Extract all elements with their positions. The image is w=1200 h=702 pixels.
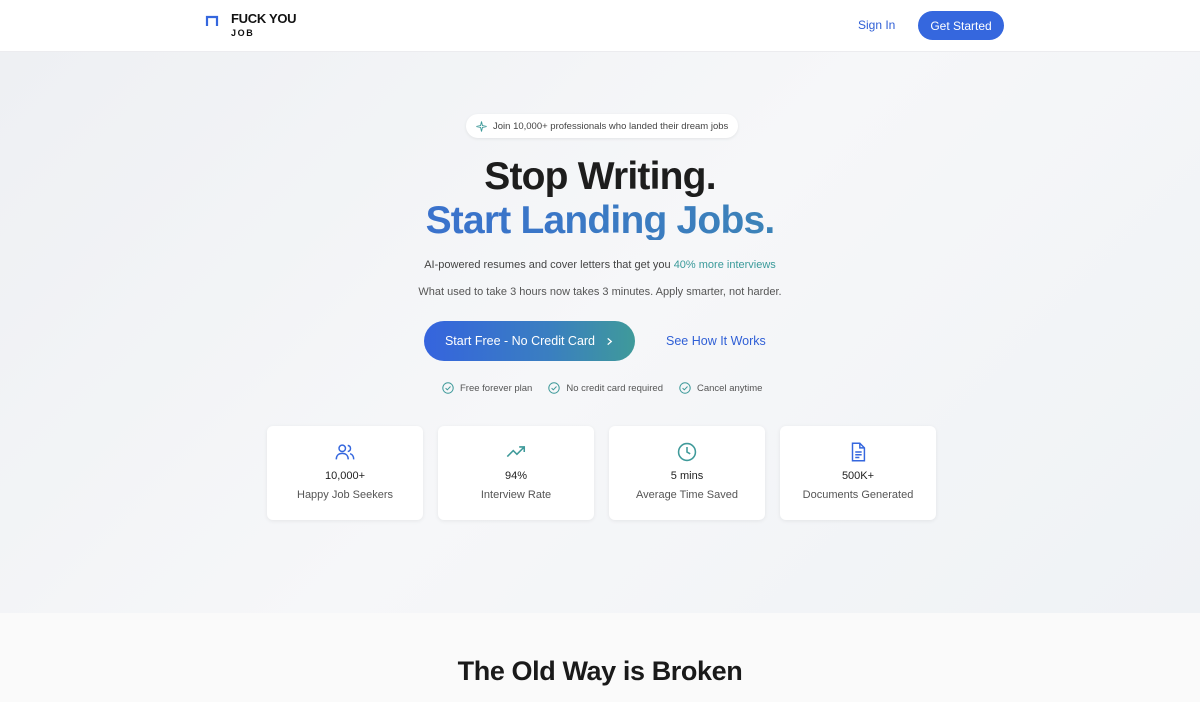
section-title: The Old Way is Broken bbox=[457, 656, 743, 686]
badge-text: Join 10,000+ professionals who landed th… bbox=[493, 120, 729, 132]
stat-value: 94% bbox=[504, 470, 528, 482]
start-free-label: Start Free - No Credit Card bbox=[444, 334, 596, 348]
stat-label: Interview Rate bbox=[480, 489, 552, 501]
logo-text: FUCK YOU JOB bbox=[231, 11, 297, 38]
check-circle-icon bbox=[442, 382, 454, 394]
stat-card: 94% Interview Rate bbox=[438, 426, 594, 520]
chevron-right-icon bbox=[607, 337, 613, 345]
sparkle-icon bbox=[476, 120, 487, 132]
sign-in-link[interactable]: Sign In bbox=[858, 18, 895, 32]
start-free-button[interactable]: Start Free - No Credit Card bbox=[424, 321, 635, 361]
hero-subtitle: AI-powered resumes and cover letters tha… bbox=[0, 259, 1200, 271]
perks-list: Free forever plan No credit card require… bbox=[442, 381, 762, 395]
perk-label: Free forever plan bbox=[460, 382, 533, 394]
clock-icon bbox=[677, 442, 697, 462]
hero-section: Join 10,000+ professionals who landed th… bbox=[0, 52, 1200, 613]
stat-label: Average Time Saved bbox=[636, 489, 738, 501]
get-started-button[interactable]: Get Started bbox=[918, 11, 1004, 40]
logo[interactable]: FUCK YOU JOB bbox=[205, 11, 297, 42]
check-circle-icon bbox=[679, 382, 691, 394]
social-proof-badge: Join 10,000+ professionals who landed th… bbox=[466, 114, 739, 138]
document-icon bbox=[851, 442, 866, 462]
stat-card: 5 mins Average Time Saved bbox=[609, 426, 765, 520]
headline-line2: Start Landing Jobs. bbox=[0, 201, 1200, 240]
old-way-section: The Old Way is Broken bbox=[0, 613, 1200, 702]
perk-item: No credit card required bbox=[548, 382, 663, 394]
perk-label: No credit card required bbox=[566, 382, 663, 394]
stat-card: 500K+ Documents Generated bbox=[780, 426, 936, 520]
stat-value: 500K+ bbox=[841, 470, 875, 482]
perk-item: Cancel anytime bbox=[679, 382, 762, 394]
check-circle-icon bbox=[548, 382, 561, 394]
headline-line1: Stop Writing. bbox=[484, 155, 716, 198]
stat-label: Happy Job Seekers bbox=[297, 489, 393, 501]
stat-card: 10,000+ Happy Job Seekers bbox=[267, 426, 423, 520]
perk-item: Free forever plan bbox=[442, 382, 532, 394]
trending-up-icon bbox=[506, 446, 526, 458]
users-icon bbox=[335, 444, 355, 460]
site-header: FUCK YOU JOB Sign In Get Started bbox=[0, 0, 1200, 52]
perk-label: Cancel anytime bbox=[696, 382, 763, 394]
stat-value: 10,000+ bbox=[324, 470, 366, 482]
stat-value: 5 mins bbox=[670, 470, 704, 482]
hero-subtitle-2: What used to take 3 hours now takes 3 mi… bbox=[418, 286, 782, 298]
logo-line1: FUCK YOU bbox=[231, 11, 297, 26]
subtitle-highlight: 40% more interviews bbox=[673, 259, 776, 271]
logo-mark-icon bbox=[205, 15, 219, 26]
see-how-it-works-link[interactable]: See How It Works bbox=[666, 334, 766, 348]
subtitle-prefix: AI-powered resumes and cover letters tha… bbox=[424, 259, 674, 271]
logo-line2: JOB bbox=[231, 28, 255, 38]
stat-label: Documents Generated bbox=[802, 489, 914, 501]
stats-row: 10,000+ Happy Job Seekers 94% Interview … bbox=[267, 426, 936, 520]
